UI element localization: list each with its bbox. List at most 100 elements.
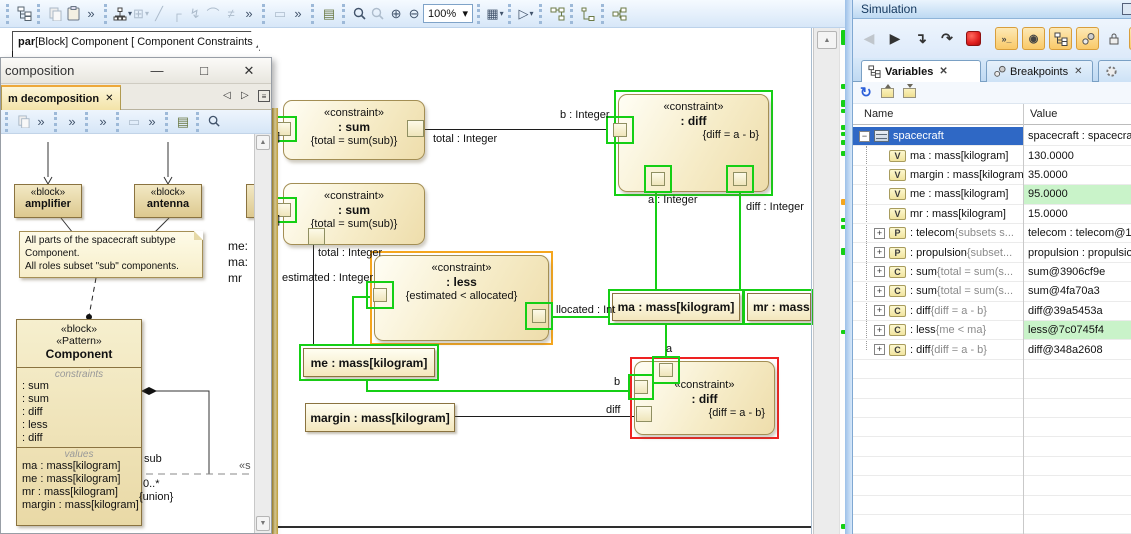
variable-name-cell[interactable]: +C: sum {total = sum(s... [853,282,1023,300]
variable-name-cell[interactable]: Vmr : mass[kilogram] [853,205,1023,223]
variable-name-cell[interactable]: +C: diff {diff = a - b} [853,302,1023,320]
toolbar-grip[interactable] [85,112,90,132]
toolbar-grip[interactable] [6,4,11,24]
related-diagram-icon[interactable] [548,4,566,24]
tree-expander-plus-icon[interactable]: + [874,247,885,258]
toolbar-grip[interactable] [5,112,10,132]
active-connector[interactable] [655,192,657,291]
sim-resume-icon[interactable]: ▶ [884,28,906,50]
port-diff1-diff[interactable] [726,165,754,193]
variable-value-cell[interactable]: sum@3906cf9e [1023,263,1131,281]
connector-segment[interactable] [425,129,608,130]
comment-note[interactable]: All parts of the spacecraft subtype Comp… [19,231,203,278]
toolbar-grip[interactable] [570,4,575,24]
variable-row[interactable]: +P: telecom {subsets s...telecom : telec… [853,224,1131,243]
variable-name-cell[interactable]: Vmargin : mass[kilogram] [853,166,1023,184]
variable-value-cell[interactable]: spacecraft : spacecraf [1023,127,1131,145]
block-component[interactable]: «block» «Pattern» Component constraints … [16,319,142,526]
variable-name-cell[interactable]: Vma : mass[kilogram] [853,146,1023,164]
toolbar-overflow-icon[interactable]: » [63,112,81,132]
sim-containment-toggle-icon[interactable] [1049,27,1072,50]
toolbar-grip[interactable] [342,4,347,24]
variable-value-cell[interactable]: less@7c0745f4 [1023,321,1131,339]
variable-row[interactable]: +C: diff {diff = a - b}diff@39a5453a [853,302,1131,321]
variable-name-cell[interactable]: +C: diff {diff = a - b} [853,340,1023,358]
variable-value-cell[interactable]: 15.0000 [1023,205,1131,223]
part-ma[interactable]: ma : mass[kilogram] [612,293,740,321]
copy-icon[interactable] [46,4,64,24]
variable-value-cell[interactable]: propulsion : propulsion [1023,243,1131,261]
zoom-tool-icon[interactable] [351,4,369,24]
variable-value-cell[interactable]: diff@39a5453a [1023,302,1131,320]
refresh-icon[interactable]: ↻ [860,84,872,101]
port-less-allocated[interactable] [525,302,553,330]
paste-icon[interactable] [64,4,82,24]
connector-segment[interactable] [313,245,314,344]
compare-diagram-icon[interactable] [610,4,628,24]
layout-icon[interactable]: ▦▾ [486,4,504,24]
toolbar-grip[interactable] [54,112,59,132]
window-vertical-scrollbar[interactable]: ▲ ▼ [254,134,271,533]
tree-expander-plus-icon[interactable]: + [874,325,885,336]
variable-row[interactable]: Vmr : mass[kilogram]15.0000 [853,205,1131,224]
toolbar-overflow-icon[interactable]: » [32,112,50,132]
minimize-icon[interactable]: — [148,62,166,80]
collapse-all-icon[interactable] [903,88,916,98]
zoom-in-icon[interactable]: ⊕ [387,4,405,24]
block-amplifier[interactable]: «block» amplifier [14,184,82,218]
copy-icon[interactable] [14,112,32,132]
scroll-up-icon[interactable]: ▲ [817,31,837,49]
variable-value-cell[interactable]: diff@348a2608 [1023,340,1131,358]
port-sum2-total[interactable] [308,228,325,245]
zoom-level-combo[interactable]: 100% ▾ [423,4,473,23]
simulation-title-bar[interactable]: Simulation [853,0,1131,19]
sim-step-into-icon[interactable]: ↴ [910,28,932,50]
nav-back-icon[interactable]: ◁ [223,90,231,101]
variable-row[interactable]: −spacecraftspacecraft : spacecraf [853,127,1131,146]
panel-splitter[interactable] [845,0,852,534]
resize-shape-icon[interactable]: ▭ [125,112,143,132]
tree-expander-plus-icon[interactable]: + [874,228,885,239]
decomposition-window[interactable]: composition — □ ✕ m decomposition ✕ ◁ ▷ … [0,57,272,534]
resize-shape-icon[interactable]: ▭ [271,4,289,24]
close-icon[interactable]: ✕ [240,62,258,80]
tree-expander-plus-icon[interactable]: + [874,286,885,297]
sim-console-toggle-icon[interactable]: »_ [995,27,1018,50]
tab-decomposition[interactable]: m decomposition ✕ [1,85,121,110]
diagram-properties-icon[interactable]: ▤ [320,4,338,24]
toolbar-overflow-icon[interactable]: » [82,4,100,24]
variable-name-cell[interactable]: −spacecraft [853,127,1023,145]
zoom-out-icon[interactable]: ⊖ [405,4,423,24]
port-less-estimated[interactable] [366,281,394,309]
tab-breakpoints[interactable]: Breakpoints ✕ [986,60,1093,82]
sim-back-icon[interactable]: ◀ [858,28,880,50]
zigzag-path-icon[interactable]: ↯ [186,4,204,24]
active-connector[interactable] [352,296,354,344]
toolbar-grip[interactable] [508,4,513,24]
toolbar-grip[interactable] [196,112,201,132]
line-path-icon[interactable]: ╱ [150,4,168,24]
rectilinear-path-icon[interactable]: ┌ [168,4,186,24]
variable-row[interactable]: +C: sum {total = sum(s...sum@3906cf9e [853,263,1131,282]
port-diff2-diff[interactable] [636,406,652,422]
constraint-block-sum2[interactable]: «constraint» : sum {total = sum(sub)} [283,183,425,245]
port-sum1-total[interactable] [407,120,424,137]
toolbar-overflow-icon[interactable]: » [240,4,258,24]
toolbar-overflow-icon[interactable]: » [94,112,112,132]
diagram-properties-icon[interactable]: ▤ [174,112,192,132]
active-connector[interactable] [553,316,608,318]
variable-row[interactable]: Vma : mass[kilogram]130.0000 [853,146,1131,165]
window-title-bar[interactable]: composition — □ ✕ [1,58,271,84]
toolbar-grip[interactable] [116,112,121,132]
tab-close-icon[interactable]: ✕ [939,66,947,77]
part-mr[interactable]: mr : mass[ [747,293,811,321]
variable-value-cell[interactable]: telecom : telecom@17 [1023,224,1131,242]
nav-forward-icon[interactable]: ▷ [241,90,249,101]
sim-animate-toggle-icon[interactable]: ◉ [1022,27,1045,50]
variable-row[interactable]: Vme : mass[kilogram]95.0000 [853,185,1131,204]
sim-stop-icon[interactable] [966,31,981,46]
tree-expander-plus-icon[interactable]: + [874,344,885,355]
active-connector[interactable] [739,192,741,291]
port-diff2-a[interactable] [652,356,680,384]
toolbar-grip[interactable] [311,4,316,24]
